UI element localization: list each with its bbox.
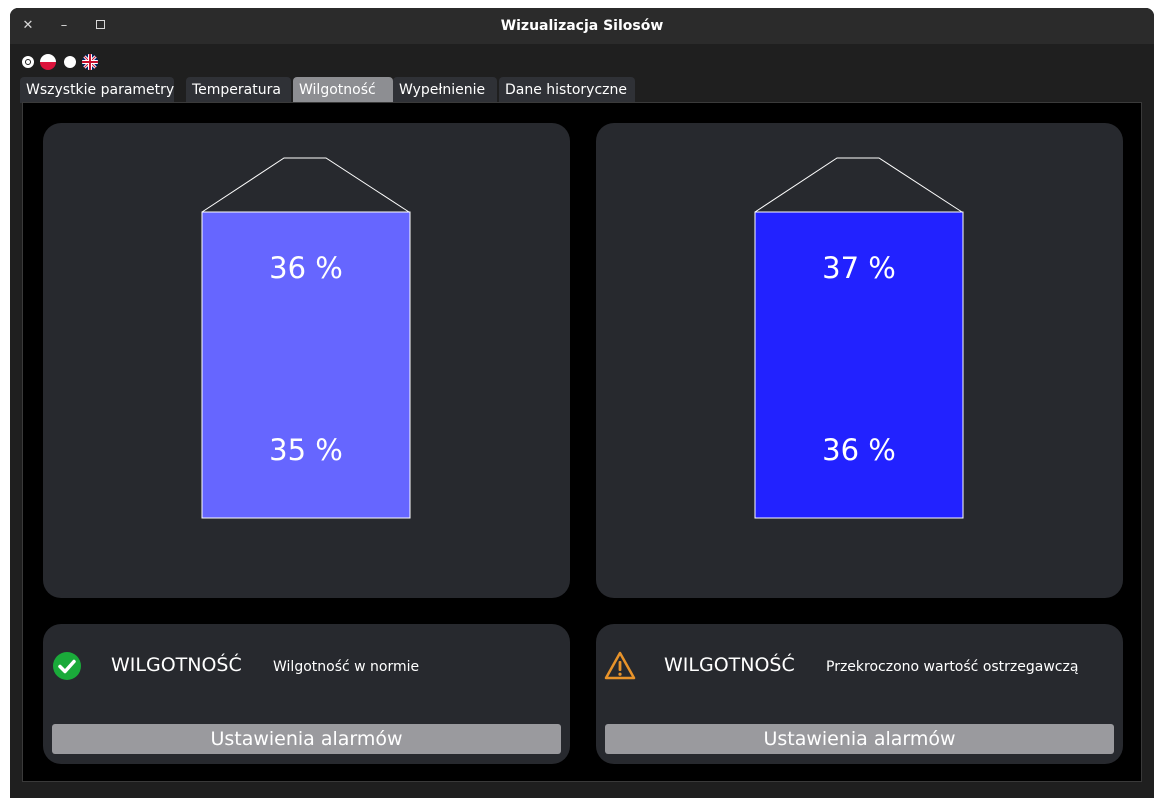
parameter-name: WILGOTNOŚĆ (664, 654, 795, 676)
uk-flag-icon (82, 54, 98, 70)
tab-temperature[interactable]: Temperatura (186, 77, 291, 103)
tab-historical-data[interactable]: Dane historyczne (499, 77, 635, 103)
alarm-settings-button[interactable]: Ustawienia alarmów (605, 724, 1114, 754)
warning-triangle-icon (604, 651, 636, 680)
silo-graphic (754, 157, 964, 519)
tab-humidity[interactable]: Wilgotność (293, 77, 393, 103)
alarm-panel-2: WILGOTNOŚĆ Przekroczono wartość ostrzega… (596, 624, 1123, 764)
tab-content: 36 % 35 % 37 % 36 % WILGOTNOŚĆ Wilgotnoś… (22, 102, 1142, 782)
language-radio-pl[interactable] (22, 56, 34, 68)
silo-panel-2: 37 % 36 % (596, 123, 1123, 598)
silo-top-value: 37 % (822, 251, 896, 285)
status-message: Przekroczono wartość ostrzegawczą (826, 659, 1079, 675)
alarm-settings-button[interactable]: Ustawienia alarmów (52, 724, 561, 754)
window-title: Wizualizacja Silosów (500, 18, 664, 34)
poland-flag-icon (40, 54, 56, 70)
tab-filling[interactable]: Wypełnienie (393, 77, 497, 103)
language-radio-en[interactable] (64, 56, 76, 68)
title-bar: ✕ – Wizualizacja Silosów (10, 8, 1154, 44)
status-message: Wilgotność w normie (273, 659, 420, 675)
parameter-name: WILGOTNOŚĆ (111, 654, 242, 676)
silo-panel-1: 36 % 35 % (43, 123, 570, 598)
app-window: ✕ – Wizualizacja Silosów Wszystkie param… (10, 8, 1154, 798)
alarm-panel-1: WILGOTNOŚĆ Wilgotność w normie Ustawieni… (43, 624, 570, 764)
check-circle-icon (53, 652, 81, 680)
silo-bottom-value: 36 % (822, 433, 896, 467)
silo-bottom-value: 35 % (269, 433, 343, 467)
tab-all-parameters[interactable]: Wszystkie parametry (20, 77, 174, 103)
silo-graphic (201, 157, 411, 519)
silo-top-value: 36 % (269, 251, 343, 285)
